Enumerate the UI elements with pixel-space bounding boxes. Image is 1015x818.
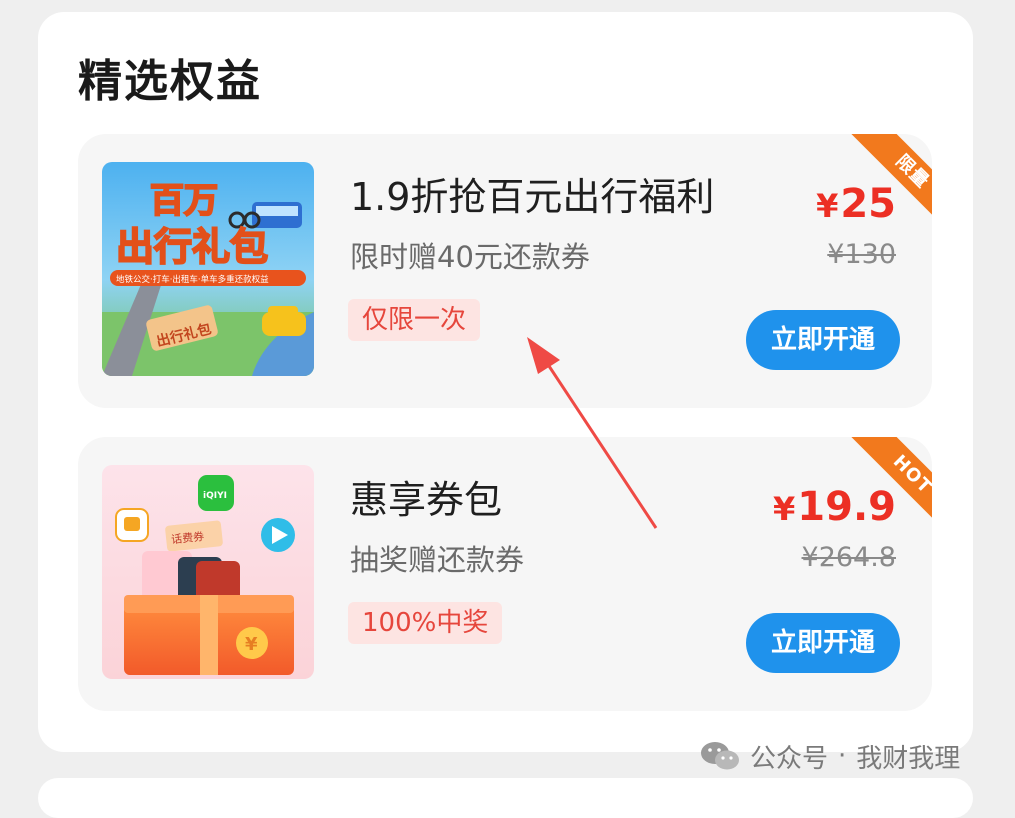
ribbon-label: 限量 [891, 150, 932, 193]
card-title: 1.9折抢百元出行福利 [350, 175, 715, 219]
original-price: ¥130 [827, 239, 896, 270]
next-panel [38, 778, 973, 818]
activate-button[interactable]: 立即开通 [746, 613, 900, 673]
travel-package-image: 出行礼包 百万 出行礼包 地铁公交·打车·出租车·单车多重还款权益 [102, 162, 314, 376]
win-rate-tag: 100%中奖 [348, 602, 503, 644]
original-price: ¥264.8 [801, 542, 896, 573]
currency-symbol: ¥ [816, 187, 839, 225]
benefit-card[interactable]: 出行礼包 百万 出行礼包 地铁公交·打车·出租车·单车多重还款权益 1.9折抢百… [78, 134, 932, 408]
watermark-account: 我财我理 [856, 743, 961, 774]
limit-tag: 仅限一次 [348, 299, 481, 341]
wechat-icon [701, 742, 739, 770]
benefit-card[interactable]: iQIYI 话费券 ¥ 惠享券包 抽奖赠还款券 100%中奖 ¥19.9 ¥26… [78, 437, 932, 711]
currency-symbol: ¥ [773, 490, 796, 528]
ribbon-label: HOT [888, 451, 932, 499]
travel-package-caption: 地铁公交·打车·出租车·单车多重还款权益 [116, 274, 269, 285]
svg-text:¥: ¥ [245, 634, 258, 655]
travel-package-headline-2: 出行礼包 [116, 225, 268, 269]
hot-ribbon: HOT [836, 437, 932, 533]
card-title: 惠享券包 [350, 478, 503, 522]
travel-package-headline-1: 百万 [150, 181, 218, 221]
section-title: 精选权益 [78, 56, 262, 107]
limited-ribbon: 限量 [836, 134, 932, 230]
card-subtitle: 限时赠40元还款券 [350, 240, 590, 274]
iqiyi-badge: iQIYI [203, 491, 227, 501]
watermark-separator: · [838, 741, 847, 771]
activate-button[interactable]: 立即开通 [746, 310, 900, 370]
card-subtitle: 抽奖赠还款券 [350, 543, 525, 577]
watermark-platform: 公众号 [750, 743, 829, 774]
watermark: 公众号 · 我财我理 [700, 736, 960, 776]
coupon-pack-image: iQIYI 话费券 ¥ [102, 465, 314, 679]
